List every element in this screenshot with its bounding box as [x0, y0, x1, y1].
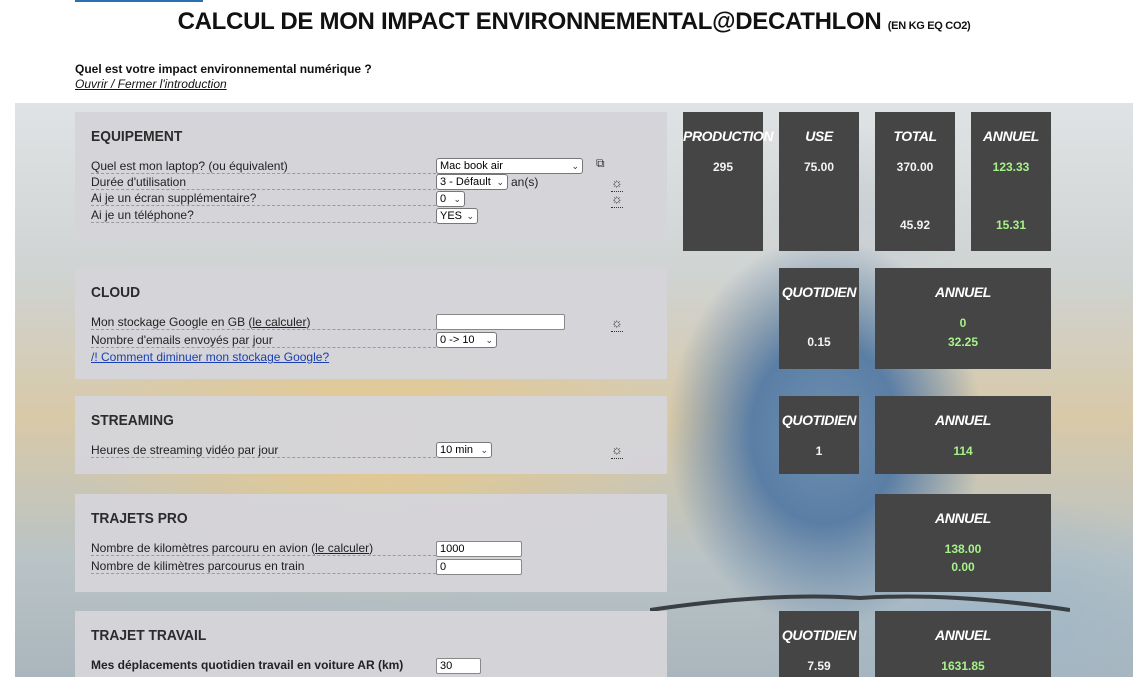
- toggle-introduction-link[interactable]: Ouvrir / Fermer l'introduction: [75, 77, 227, 91]
- travail-quotidien-value: 7.59: [807, 659, 831, 673]
- plane-label: Nombre de kilomètres parcouru en avion (…: [91, 541, 436, 556]
- page-title: CALCUL DE MON IMPACT ENVIRONNEMENTAL@DEC…: [0, 8, 1148, 36]
- production-value: 295: [712, 160, 734, 174]
- trajets-pro-annuel-train: 0.00: [951, 560, 975, 574]
- use-header: USE: [805, 128, 833, 144]
- external-link-icon[interactable]: ⧉: [596, 156, 605, 171]
- screen-select[interactable]: 0 ⌄: [436, 191, 465, 207]
- cloud-annuel-emails-value: 32.25: [947, 335, 979, 349]
- plane-label-text: Nombre de kilomètres parcouru en avion (: [91, 541, 316, 555]
- cloud-quotidien-header: QUOTIDIEN: [781, 284, 857, 300]
- trajets-pro-annuel-box: ANNUEL 138.00 0.00: [875, 494, 1051, 592]
- equipement-title: EQUIPEMENT: [91, 128, 183, 145]
- total-laptop-value: 370.00: [896, 160, 934, 174]
- total-box: TOTAL 370.00 45.92: [875, 112, 955, 251]
- intro-question: Quel est votre impact environnemental nu…: [75, 62, 372, 76]
- cloud-quotidien-value: 0.15: [807, 335, 831, 349]
- chevron-down-icon: ⌄: [571, 161, 579, 171]
- cloud-annuel-box: ANNUEL 0 32.25: [875, 268, 1051, 369]
- screen-select-value: 0: [440, 193, 447, 205]
- production-header: PRODUCTION: [683, 128, 774, 144]
- streaming-annuel-header: ANNUEL: [935, 412, 991, 428]
- streaming-panel: STREAMING Heures de streaming vidéo par …: [75, 396, 667, 474]
- emails-label: Nombre d'emails envoyés par jour: [91, 333, 436, 348]
- train-km-input[interactable]: 0: [436, 559, 522, 575]
- car-km-input[interactable]: 30: [436, 658, 481, 674]
- equipement-annuel-box: ANNUEL 123.33 15.31: [971, 112, 1051, 251]
- travail-annuel-header: ANNUEL: [935, 627, 991, 643]
- storage-label-text: Mon stockage Google en GB (: [91, 315, 253, 329]
- use-value: 75.00: [803, 160, 835, 174]
- travail-quotidien-box: QUOTIDIEN 7.59: [779, 611, 859, 677]
- cloud-quotidien-box: QUOTIDIEN 0.15: [779, 268, 859, 369]
- cloud-annuel-storage-value: 0: [959, 316, 967, 330]
- plane-calc-link[interactable]: le calculer: [315, 541, 369, 555]
- chevron-down-icon: ⌄: [496, 177, 504, 187]
- streaming-hours-select[interactable]: 10 min ⌄: [436, 442, 492, 458]
- car-label: Mes déplacements quotidien travail en vo…: [91, 658, 404, 672]
- production-box: PRODUCTION 295: [683, 112, 774, 251]
- streaming-quotidien-value: 1: [815, 444, 823, 458]
- streaming-hours-value: 10 min: [440, 444, 474, 456]
- laptop-label: Quel est mon laptop? (ou équivalent): [91, 159, 436, 174]
- streaming-annuel-box: ANNUEL 114: [875, 396, 1051, 474]
- travail-annuel-box: ANNUEL 1631.85: [875, 611, 1051, 677]
- duration-unit: an(s): [511, 175, 539, 189]
- chevron-down-icon: ⌄: [480, 445, 488, 455]
- top-accent-line: [75, 0, 203, 2]
- storage-label-close: ): [306, 315, 311, 329]
- screen-label: Ai je un écran supplémentaire?: [91, 191, 436, 206]
- cloud-panel: CLOUD Mon stockage Google en GB (le calc…: [75, 268, 667, 379]
- lightbulb-icon[interactable]: ☼: [610, 192, 624, 208]
- phone-select-value: YES: [440, 210, 463, 222]
- cloud-annuel-header: ANNUEL: [935, 284, 991, 300]
- reduce-storage-link[interactable]: /! Comment diminuer mon stockage Google?: [91, 350, 329, 364]
- streaming-quotidien-header: QUOTIDIEN: [781, 412, 857, 428]
- laptop-select-value: Mac book air: [440, 160, 503, 172]
- equipement-annuel-header: ANNUEL: [983, 128, 1039, 144]
- emails-select-value: 0 -> 10: [440, 334, 475, 346]
- travail-annuel-value: 1631.85: [941, 659, 985, 673]
- trajet-travail-title: TRAJET TRAVAIL: [91, 627, 207, 644]
- streaming-hours-label: Heures de streaming vidéo par jour: [91, 443, 436, 458]
- laptop-select[interactable]: Mac book air ⌄: [436, 158, 583, 174]
- storage-calc-link[interactable]: le calculer: [252, 315, 306, 329]
- duration-select[interactable]: 3 - Défault ⌄: [436, 174, 508, 190]
- streaming-title: STREAMING: [91, 412, 174, 429]
- use-box: USE 75.00: [779, 112, 859, 251]
- plane-label-close: ): [369, 541, 374, 555]
- storage-label: Mon stockage Google en GB (le calculer): [91, 315, 436, 330]
- annuel-phone-value: 15.31: [995, 218, 1027, 232]
- lightbulb-icon[interactable]: ☼: [610, 176, 624, 192]
- duration-label: Durée d'utilisation: [91, 175, 436, 190]
- trajets-pro-annuel-header: ANNUEL: [935, 510, 991, 526]
- equipement-panel: EQUIPEMENT Quel est mon laptop? (ou équi…: [75, 112, 667, 241]
- streaming-quotidien-box: QUOTIDIEN 1: [779, 396, 859, 474]
- phone-label: Ai je un téléphone?: [91, 208, 436, 223]
- lightbulb-icon[interactable]: ☼: [610, 443, 624, 459]
- total-header: TOTAL: [893, 128, 937, 144]
- trajets-pro-panel: TRAJETS PRO Nombre de kilomètres parcour…: [75, 494, 667, 592]
- train-label: Nombre de kilimètres parcourus en train: [91, 559, 436, 574]
- page-title-text: CALCUL DE MON IMPACT ENVIRONNEMENTAL@DEC…: [177, 8, 882, 35]
- plane-km-input[interactable]: 1000: [436, 541, 522, 557]
- chevron-down-icon: ⌄: [466, 211, 474, 221]
- emails-select[interactable]: 0 -> 10 ⌄: [436, 332, 497, 348]
- trajet-travail-panel: TRAJET TRAVAIL Mes déplacements quotidie…: [75, 611, 667, 677]
- cloud-title: CLOUD: [91, 284, 141, 301]
- streaming-annuel-value: 114: [953, 444, 973, 458]
- trajets-pro-title: TRAJETS PRO: [91, 510, 188, 527]
- trajets-pro-annuel-plane: 138.00: [944, 542, 982, 556]
- page-title-unit: (EN KG EQ CO2): [887, 20, 971, 32]
- phone-select[interactable]: YES ⌄: [436, 208, 478, 224]
- duration-select-value: 3 - Défault: [440, 176, 491, 188]
- travail-quotidien-header: QUOTIDIEN: [781, 627, 857, 643]
- total-phone-value: 45.92: [899, 218, 931, 232]
- lightbulb-icon[interactable]: ☼: [610, 316, 624, 332]
- chevron-down-icon: ⌄: [485, 335, 493, 345]
- chevron-down-icon: ⌄: [453, 194, 461, 204]
- annuel-laptop-value: 123.33: [992, 160, 1030, 174]
- storage-input[interactable]: [436, 314, 565, 330]
